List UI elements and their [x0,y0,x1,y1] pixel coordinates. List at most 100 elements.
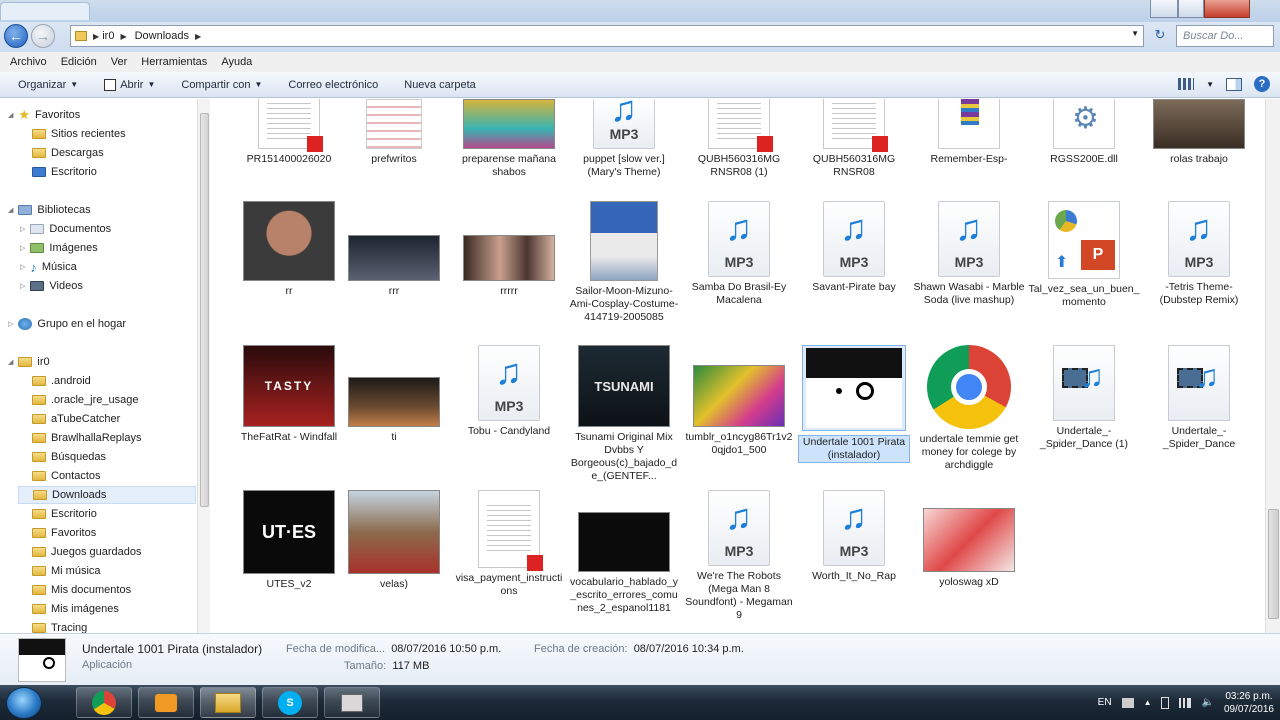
network-icon[interactable] [1179,697,1192,708]
nav-folder-item[interactable]: Mis documentos [32,581,131,599]
navigation-scrollbar[interactable] [197,99,210,633]
menu-file[interactable]: Archivo [10,56,47,68]
nav-folder-item[interactable]: Juegos guardados [32,543,142,561]
file-tile[interactable]: ♫ MP3 Shawn Wasabi - Marble Soda (live ma… [913,201,1025,307]
file-tile[interactable]: ♫ MP3 -Tetris Theme- (Dubstep Remix) [1143,201,1255,307]
nav-favorites[interactable]: ◢ ★ Favoritos [8,106,80,124]
language-indicator[interactable]: EN [1098,697,1112,708]
nav-folder-item[interactable]: .oracle_jre_usage [32,391,138,409]
file-tile[interactable]: prefwritos [338,99,450,166]
battery-icon[interactable] [1161,696,1170,709]
file-tile[interactable]: ♫ MP3 Samba Do Brasil-Ey Macalena [683,201,795,307]
forward-button[interactable]: → [31,24,55,48]
clock[interactable]: 03:26 p.m. 09/07/2016 [1224,690,1274,716]
window-tab[interactable] [0,2,90,20]
taskbar-explorer[interactable] [200,687,256,718]
nav-folder-item[interactable]: Downloads [18,486,196,504]
scrollbar-thumb[interactable] [200,113,209,507]
show-hidden-icons[interactable]: ▲ [1144,698,1152,707]
file-tile[interactable]: ♫ MP3 Tobu - Candyland [453,345,565,438]
nav-folder-item[interactable]: aTubeCatcher [32,410,120,428]
back-button[interactable]: ← [4,24,28,48]
chevron-down-icon[interactable]: ▼ [1206,80,1214,89]
expand-icon[interactable]: ▷ [20,263,25,271]
nav-homegroup[interactable]: ▷ Grupo en el hogar [8,315,126,333]
file-tile[interactable]: ti [338,345,450,444]
file-tile[interactable]: vocabulario_hablado_y_escrito_errores_co… [568,490,680,615]
nav-libraries[interactable]: ◢ Bibliotecas [8,201,91,219]
file-tile[interactable]: ♫ MP3 We're The Robots (Mega Man 8 Soundf… [683,490,795,622]
file-tile[interactable]: velas) [338,490,450,591]
file-tile[interactable]: rr [233,201,345,298]
file-tile[interactable]: Remember-Esp- [913,99,1025,166]
file-tile[interactable]: TSUNAMI Tsunami Original Mix Dvbbs Y Bor… [568,345,680,483]
collapse-icon[interactable]: ◢ [8,358,13,366]
file-tile[interactable]: QUBH560316MG RNSR08 (1) [683,99,795,179]
content-scrollbar[interactable] [1265,99,1280,633]
close-button[interactable] [1204,0,1250,18]
nav-downloads[interactable]: Descargas [32,144,104,162]
file-tile[interactable]: ♫ Undertale_-_Spider_Dance [1143,345,1255,451]
nav-folder-item[interactable]: Mis imágenes [32,600,119,618]
file-tile[interactable]: visa_payment_instructions [453,490,565,598]
file-tile-selected[interactable]: Undertale 1001 Pirata (instalador) [798,345,910,463]
file-tile[interactable]: tumblr_o1ncyg86Tr1v20qjdo1_500 [683,345,795,457]
file-tile[interactable]: P ⬆ Tal_vez_sea_un_buen_momento [1028,201,1140,309]
taskbar-media-player[interactable] [138,687,194,718]
menu-tools[interactable]: Herramientas [141,56,207,68]
taskbar-skype[interactable]: S [262,687,318,718]
file-tile[interactable]: rrr [338,201,450,298]
nav-pictures[interactable]: ▷ Imágenes [20,239,98,257]
file-tile[interactable]: ♫ MP3 Savant-Pirate bay [798,201,910,294]
expand-icon[interactable]: ▷ [20,282,25,290]
file-tile[interactable]: rolas trabajo [1143,99,1255,166]
menu-help[interactable]: Ayuda [221,56,252,68]
file-tile[interactable]: undertale temmie get money for colege by… [913,345,1025,472]
taskbar-app[interactable] [324,687,380,718]
expand-icon[interactable]: ▷ [20,244,25,252]
start-button[interactable] [6,687,42,719]
share-button[interactable]: Compartir con ▼ [181,79,262,91]
breadcrumb-downloads[interactable]: Downloads ▶ [135,30,202,42]
nav-documents[interactable]: ▷ Documentos [20,220,111,238]
collapse-icon[interactable]: ◢ [8,111,13,119]
file-tile[interactable]: TASTY TheFatRat - Windfall [233,345,345,444]
nav-folder-item[interactable]: Tracing [32,619,87,633]
flag-icon[interactable] [1121,697,1134,708]
nav-folder-item[interactable]: Mi música [32,562,101,580]
file-tile[interactable]: ♫ MP3 Worth_It_No_Rap [798,490,910,583]
menu-edit[interactable]: Edición [61,56,97,68]
nav-folder-item[interactable]: .android [32,372,91,390]
organize-button[interactable]: Organizar ▼ [18,79,78,91]
email-button[interactable]: Correo electrónico [288,79,378,91]
nav-folder-item[interactable]: Contactos [32,467,101,485]
nav-folder-item[interactable]: Escritorio [32,505,97,523]
search-input[interactable]: Buscar Do... [1176,25,1274,47]
maximize-button[interactable] [1178,0,1204,18]
nav-videos[interactable]: ▷ Videos [20,277,83,295]
file-tile[interactable]: rrrrr [453,201,565,298]
nav-folder-item[interactable]: Favoritos [32,524,96,542]
preview-pane-icon[interactable] [1226,77,1242,91]
file-tile[interactable]: ♫ Undertale_-_Spider_Dance (1) [1028,345,1140,451]
file-tile[interactable]: PR151400026020 [233,99,345,166]
view-options-icon[interactable] [1178,78,1195,90]
nav-desktop[interactable]: Escritorio [32,163,97,181]
breadcrumb-user[interactable]: ir0 ▶ [102,30,126,42]
nav-user[interactable]: ◢ ir0 [8,353,50,371]
address-dropdown-icon[interactable]: ▼ [1131,29,1139,38]
file-tile[interactable]: ⚙ RGSS200E.dll [1028,99,1140,166]
minimize-button[interactable] [1150,0,1178,18]
new-folder-button[interactable]: Nueva carpeta [404,79,476,91]
file-tile[interactable]: QUBH560316MG RNSR08 [798,99,910,179]
nav-folder-item[interactable]: BrawlhallaReplays [32,429,142,447]
expand-icon[interactable]: ▷ [8,320,13,328]
refresh-icon[interactable]: ↻ [1150,27,1170,45]
expand-icon[interactable]: ▷ [20,225,25,233]
nav-music[interactable]: ▷ ♪ Música [20,258,77,276]
open-button[interactable]: Abrir ▼ [104,78,155,91]
nav-recent[interactable]: Sitios recientes [32,125,126,143]
address-bar[interactable]: ▶ ir0 ▶ Downloads ▶ ▼ [70,25,1144,47]
file-tile[interactable]: preparense mañana shabos [453,99,565,179]
scrollbar-thumb[interactable] [1268,509,1279,619]
